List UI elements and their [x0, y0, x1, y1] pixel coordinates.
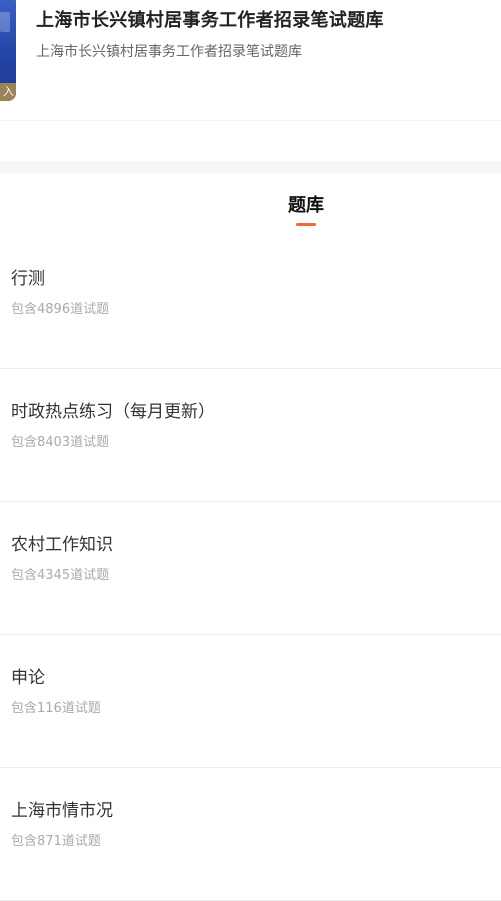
list-item-count: 包含116道试题: [11, 701, 101, 716]
list-item-count: 包含8403道试题: [11, 435, 110, 450]
cover-decoration: [0, 12, 10, 32]
list-item-title: 农村工作知识: [11, 535, 113, 555]
section-gap: [0, 161, 501, 173]
list-item-rural-work[interactable]: 农村工作知识 包含4345道试题: [0, 502, 501, 635]
list-item-count: 包含871道试题: [11, 834, 101, 849]
course-title: 上海市长兴镇村居事务工作者招录笔试题库: [36, 10, 384, 31]
list-item-count: 包含4896道试题: [11, 302, 110, 317]
header-divider: [0, 120, 501, 121]
cover-badge: 入: [0, 83, 16, 101]
list-item-title: 申论: [11, 668, 45, 688]
list-item-shanghai-situation[interactable]: 上海市情市况 包含871道试题: [0, 768, 501, 901]
tab-active-indicator: [296, 223, 316, 226]
question-bank-list: 行测 包含4896道试题 时政热点练习（每月更新） 包含8403道试题 农村工作…: [0, 236, 501, 901]
course-header: 入 上海市长兴镇村居事务工作者招录笔试题库 上海市长兴镇村居事务工作者招录笔试题…: [0, 0, 501, 121]
list-item-title: 时政热点练习（每月更新）: [11, 402, 215, 422]
course-cover-image[interactable]: 入: [0, 0, 16, 101]
tab-question-bank[interactable]: 题库: [0, 191, 501, 217]
list-item-xingce[interactable]: 行测 包含4896道试题: [0, 236, 501, 369]
list-item-title: 上海市情市况: [11, 801, 113, 821]
list-item-current-affairs[interactable]: 时政热点练习（每月更新） 包含8403道试题: [0, 369, 501, 502]
list-item-title: 行测: [11, 269, 45, 289]
list-item-count: 包含4345道试题: [11, 568, 110, 583]
course-subtitle: 上海市长兴镇村居事务工作者招录笔试题库: [36, 44, 302, 60]
list-item-shenlun[interactable]: 申论 包含116道试题: [0, 635, 501, 768]
